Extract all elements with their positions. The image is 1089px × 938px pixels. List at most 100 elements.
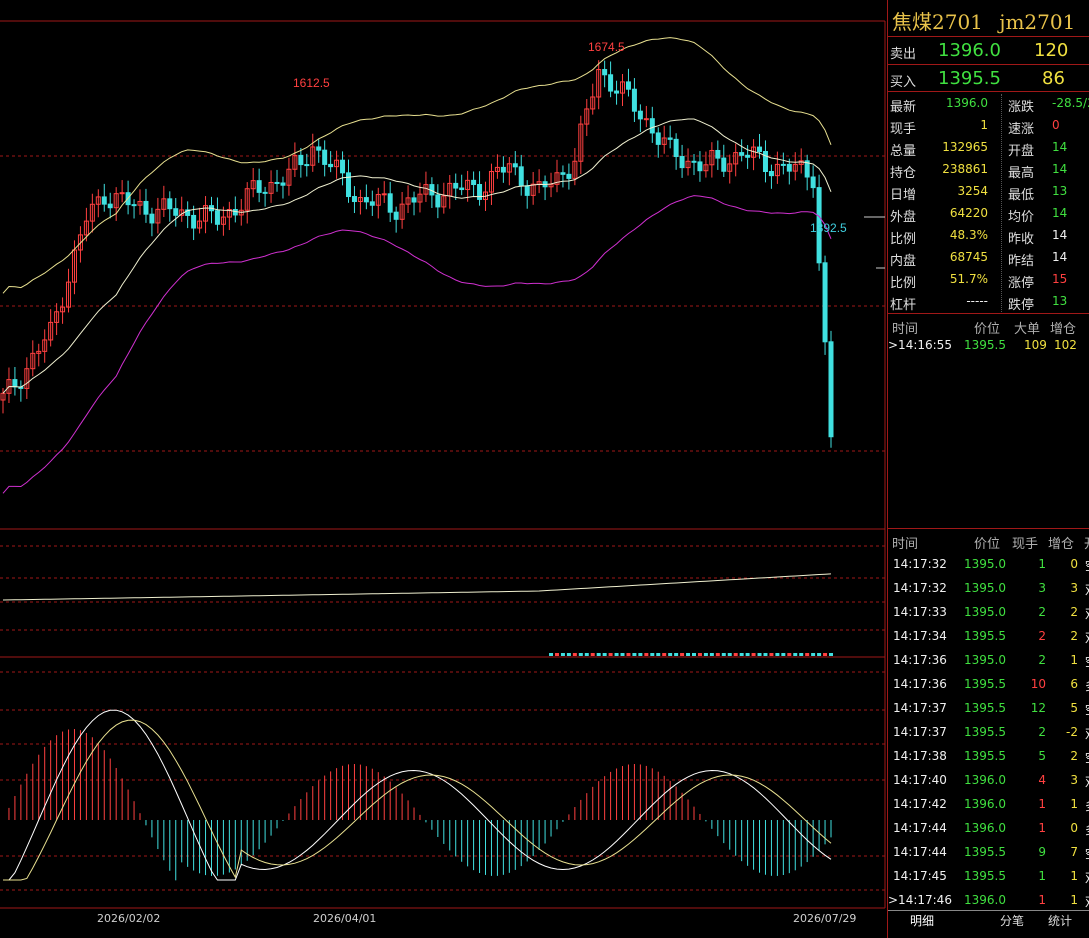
candle-body (387, 193, 393, 213)
tick-time: 14:17:34 (893, 629, 947, 643)
stat-label: 涨停 (1008, 276, 1035, 291)
tab-detail[interactable]: 明细 (910, 912, 934, 929)
price-annotation: 1612.5 (293, 76, 330, 90)
tick-row[interactable]: 14:17:331395.022双 (888, 601, 1089, 625)
kline-chart[interactable]: 1612.5 1674.5 1392.5 (0, 0, 887, 938)
tick-oi: 3 (1070, 773, 1078, 787)
stat-value: -28.5/2 (1052, 96, 1089, 110)
tick-row[interactable]: 14:17:37 1395.5 12 5空 (888, 697, 1089, 721)
candle-body (721, 157, 727, 172)
volume-bar (656, 653, 661, 656)
tick-volume: 2 (1038, 725, 1046, 739)
candle-body (280, 182, 286, 186)
stat-row: 外盘 64220 均价 14 (888, 204, 1089, 226)
candle-body (637, 110, 643, 120)
stat-value: 14 (1052, 162, 1068, 176)
tick-time: 14:17:32 (893, 557, 947, 571)
tick-row[interactable]: 14:17:40 1396.0 4 3双 (888, 769, 1089, 793)
kline-chart-area[interactable]: 1612.5 1674.5 1392.5 2026/02/02 2026/04/01… (0, 0, 887, 938)
tick-row[interactable]: 14:17:44 1395.5 9 7空 (888, 841, 1089, 865)
stat-row: 比例 48.3% 昨收 14 (888, 226, 1089, 248)
volume-bar (745, 653, 750, 656)
stat-value: ----- (966, 294, 988, 308)
tick-time: 14:17:45 (893, 869, 947, 883)
candle-body (167, 198, 173, 210)
candle-body (149, 213, 155, 224)
tick-type: 空 (1085, 845, 1089, 862)
big-order-row[interactable]: >14:16:55 1395.5 109 102 (888, 338, 1089, 362)
volume-bar (590, 653, 595, 656)
candle-body (524, 185, 530, 196)
candle-body (304, 164, 310, 167)
tick-volume: 10 (1030, 677, 1046, 691)
candle-body (340, 159, 346, 174)
bid-price: 1395.5 (938, 68, 1001, 89)
candle-body (316, 146, 322, 151)
tab-stats[interactable]: 统计 (1048, 912, 1072, 929)
bid-volume: 86 (1042, 68, 1065, 89)
tick-type: 多 (1085, 821, 1089, 838)
candle-body (643, 118, 649, 121)
tick-row[interactable]: 14:17:36 1395.0 2 1空 (888, 649, 1089, 673)
tick-type: 空 (1085, 557, 1089, 574)
candle-body (566, 173, 572, 179)
tick-row[interactable]: 14:17:32 1395.0 1 0空 (888, 553, 1089, 577)
col-time: 时间 (892, 322, 919, 337)
tick-oi: 2 (1070, 605, 1078, 619)
volume-bar (596, 653, 601, 656)
stat-label: 均价 (1008, 210, 1035, 225)
tick-row[interactable]: 14:17:37 1395.5 2 -2 双 (888, 721, 1089, 745)
volume-bar (709, 653, 714, 656)
volume-bar (781, 653, 786, 656)
stat-value: 64220 (949, 206, 988, 220)
tick-price: 1396.0 (964, 821, 1006, 835)
candle-body (602, 69, 608, 76)
tick-row[interactable]: 14:17:341395.522双 (888, 625, 1089, 649)
instrument-code: jm2701 (999, 10, 1076, 34)
tick-row[interactable]: 14:17:421396.011多 (888, 793, 1089, 817)
tick-price: 1395.5 (964, 701, 1006, 715)
tab-ticks[interactable]: 分笔 (1000, 912, 1024, 929)
row-price: 1395.5 (964, 338, 1006, 352)
tick-oi: 1 (1070, 653, 1078, 667)
tick-volume: 9 (1038, 845, 1046, 859)
candle-body (351, 196, 357, 203)
tick-row[interactable]: 14:17:321395.033双 (888, 577, 1089, 601)
tick-row[interactable]: 14:17:36 1395.5 10 6多 (888, 673, 1089, 697)
volume-bar (817, 653, 822, 656)
tick-time: 14:17:33 (893, 605, 947, 619)
candle-body (453, 182, 459, 189)
volume-bar (799, 653, 804, 656)
candle-body (345, 172, 351, 198)
tick-time: 14:17:32 (893, 581, 947, 595)
col-time: 时间 (892, 537, 919, 552)
tick-row[interactable]: 14:17:44 1396.0 1 0多 (888, 817, 1089, 841)
tick-time: 14:17:44 (893, 845, 947, 859)
volume-bar (793, 653, 798, 656)
tick-volume: 4 (1038, 773, 1046, 787)
stat-row: 现手 1 速涨 0 (888, 116, 1089, 138)
tick-row[interactable]: 14:17:38 1395.5 5 2空 (888, 745, 1089, 769)
candle-body (757, 146, 763, 152)
candle-body (518, 166, 524, 187)
tick-type: 双 (1085, 725, 1089, 742)
candle-body (739, 152, 745, 156)
tick-price: 1395.5 (964, 845, 1006, 859)
col-price: 价位 (974, 322, 1001, 337)
tick-type: 双 (1085, 893, 1089, 910)
stat-row: 总量 132965 开盘 14 (888, 138, 1089, 160)
candle-body (256, 180, 262, 193)
volume-bar (686, 653, 691, 656)
volume-bar (549, 653, 554, 656)
tick-oi: -2 (1066, 725, 1078, 739)
candle-body (298, 154, 304, 166)
date-label: 2026/07/29 (793, 912, 857, 925)
stat-label: 跌停 (1008, 298, 1035, 313)
candle-body (625, 81, 631, 90)
candle-body (191, 214, 197, 229)
volume-bar (650, 653, 655, 656)
tick-row[interactable]: 14:17:451395.511双 (888, 865, 1089, 889)
bollinger-mid-line (2, 118, 832, 394)
tick-oi: 7 (1070, 845, 1078, 859)
candle-body (477, 184, 483, 200)
